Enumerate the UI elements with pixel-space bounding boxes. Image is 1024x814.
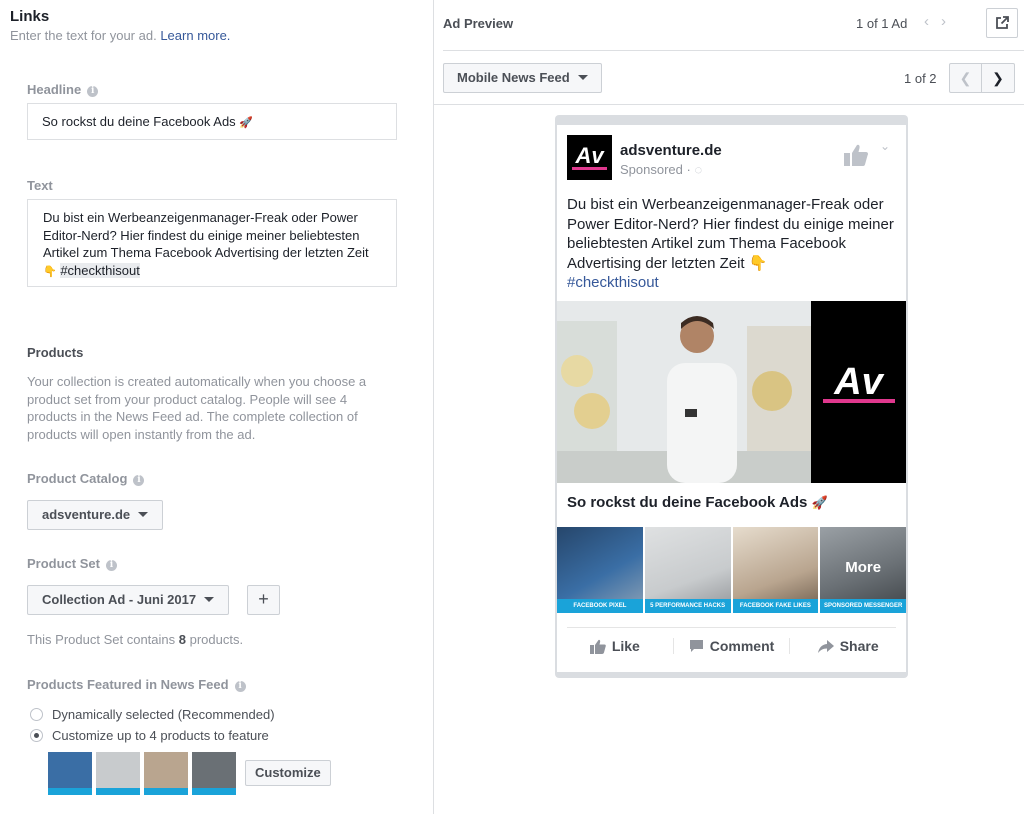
chevron-right-icon[interactable]: › <box>941 13 958 30</box>
radio-button-selected[interactable] <box>30 729 43 742</box>
plus-icon: + <box>258 589 269 609</box>
chevron-left-icon[interactable]: ‹ <box>924 13 941 30</box>
product-set-dropdown[interactable]: Collection Ad - Juni 2017 <box>27 585 230 615</box>
product-thumbnail[interactable] <box>144 752 188 795</box>
product-set-note: This Product Set contains 8 products. <box>27 632 244 647</box>
chevron-down-icon[interactable]: ⌄ <box>880 139 890 153</box>
brand-logo-stripe <box>823 399 895 403</box>
product-tile[interactable]: FACEBOOK FAKE LIKES <box>732 527 819 613</box>
headline-input[interactable]: So rockst du deine Facebook Ads 🚀 <box>27 103 397 140</box>
open-external-button[interactable] <box>986 8 1018 38</box>
product-catalog-dropdown[interactable]: adsventure.de <box>27 500 164 530</box>
divider <box>567 627 896 628</box>
hashtag: #checkthisout <box>60 262 140 278</box>
product-tile[interactable]: FACEBOOK PIXEL <box>557 527 643 613</box>
caret-down-icon <box>204 597 215 602</box>
chevron-right-icon: ❯ <box>992 69 1004 86</box>
preview-pager: ❮ ❯ <box>949 63 1015 93</box>
pointing-down-icon: 👇 <box>748 254 768 272</box>
ad-card: Av adsventure.de Sponsored · ◌ ⌄ Du bist… <box>557 125 906 672</box>
radio-customize[interactable]: Customize up to 4 products to feature <box>30 728 269 743</box>
caret-down-icon <box>577 75 588 80</box>
chevron-left-icon: ❮ <box>959 69 972 86</box>
ad-count: 1 of 1 Ad <box>856 16 908 31</box>
previous-page-button[interactable]: ❮ <box>949 63 982 93</box>
more-label: More <box>845 559 882 576</box>
ad-preview-title: Ad Preview <box>443 16 514 31</box>
info-icon[interactable]: i <box>87 86 99 97</box>
text-label: Text <box>27 178 53 193</box>
brand-logo-text: Av <box>834 361 883 403</box>
learn-more-link[interactable]: Learn more. <box>160 28 230 43</box>
brand-logo-panel: Av <box>811 301 906 483</box>
product-tile-more[interactable]: More SPONSORED MESSENGER ADS <box>820 527 906 613</box>
product-set-label: Product Set i <box>27 556 117 571</box>
product-thumbnail[interactable] <box>96 752 140 795</box>
headline-label: Headline i <box>27 82 99 97</box>
rocket-icon: 🚀 <box>811 495 828 510</box>
featured-products-label: Products Featured in News Feed i <box>27 677 246 692</box>
page-avatar[interactable]: Av <box>567 135 612 180</box>
sponsored-label: Sponsored · ◌ <box>620 162 703 177</box>
info-icon[interactable]: i <box>234 681 246 692</box>
hero-image[interactable]: Av <box>557 301 906 483</box>
share-button[interactable]: Share <box>789 638 906 654</box>
divider <box>443 50 1024 51</box>
comment-icon <box>689 640 703 652</box>
page-name[interactable]: adsventure.de <box>620 142 722 159</box>
text-input[interactable]: Du bist ein Werbeanzeigenmanager-Freak o… <box>27 199 397 287</box>
products-description: Your collection is created automatically… <box>27 374 367 442</box>
like-page-icon[interactable] <box>843 142 869 168</box>
rocket-icon: 🚀 <box>239 117 254 129</box>
featured-thumbnails <box>48 752 236 795</box>
radio-dynamic[interactable]: Dynamically selected (Recommended) <box>30 707 275 722</box>
ad-editor-panel: Links Enter the text for your ad. Learn … <box>0 0 433 814</box>
share-icon <box>817 639 834 653</box>
product-grid: FACEBOOK PIXEL 5 PERFORMANCE HACKS FACEB… <box>557 527 906 613</box>
customize-button[interactable]: Customize <box>245 760 331 786</box>
product-thumbnail[interactable] <box>48 752 92 795</box>
hero-photo <box>557 301 811 483</box>
hashtag-link[interactable]: #checkthisout <box>567 274 659 291</box>
external-link-icon <box>996 16 1009 29</box>
links-subtitle: Enter the text for your ad. Learn more. <box>10 28 231 43</box>
ad-nav-arrows: ‹› <box>924 13 958 30</box>
product-tile[interactable]: 5 PERFORMANCE HACKS <box>644 527 731 613</box>
hero-scene <box>557 301 811 483</box>
globe-icon: ◌ <box>694 162 703 177</box>
product-catalog-label: Product Catalog i <box>27 471 145 486</box>
like-icon <box>589 639 606 654</box>
products-section-title: Products <box>27 345 84 360</box>
ad-preview-panel: Ad Preview 1 of 1 Ad ‹› Mobile News Feed… <box>434 0 1024 814</box>
radio-button[interactable] <box>30 708 43 721</box>
like-button[interactable]: Like <box>557 638 673 654</box>
mobile-preview-frame: Av adsventure.de Sponsored · ◌ ⌄ Du bist… <box>555 115 908 678</box>
preview-page-count: 1 of 2 <box>904 71 937 86</box>
add-product-set-button[interactable]: + <box>247 585 280 615</box>
caret-down-icon <box>138 512 149 517</box>
links-section-title: Links <box>10 8 50 25</box>
ad-action-bar: Like Comment Share <box>557 638 906 654</box>
ad-headline: So rockst du deine Facebook Ads 🚀 <box>567 494 828 511</box>
next-page-button[interactable]: ❯ <box>982 63 1015 93</box>
info-icon[interactable]: i <box>133 475 145 486</box>
post-body: Du bist ein Werbeanzeigenmanager-Freak o… <box>567 196 894 291</box>
divider <box>434 104 1024 105</box>
placement-dropdown[interactable]: Mobile News Feed <box>443 63 602 93</box>
info-icon[interactable]: i <box>105 560 117 571</box>
product-thumbnail[interactable] <box>192 752 236 795</box>
comment-button[interactable]: Comment <box>672 638 790 654</box>
pointing-down-icon: 👇 <box>43 265 57 278</box>
